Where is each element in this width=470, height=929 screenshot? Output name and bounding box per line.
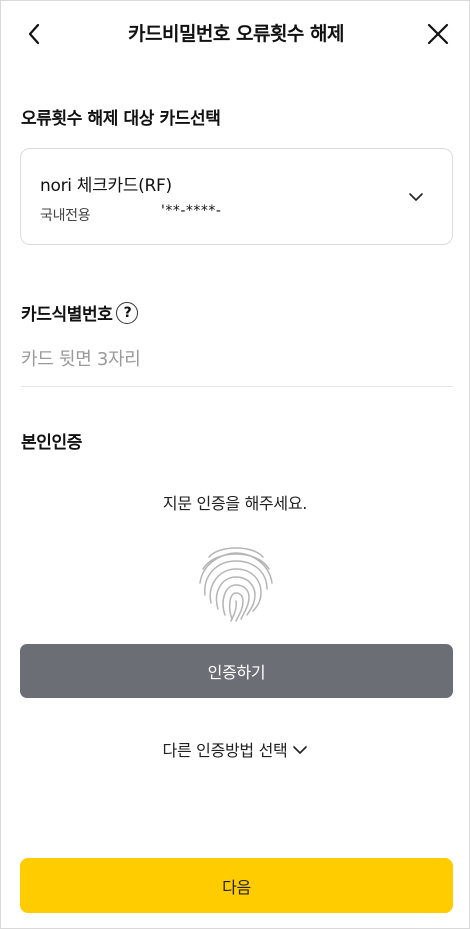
- header: 카드비밀번호 오류횟수 해제: [1, 1, 470, 67]
- app-screen: 카드비밀번호 오류횟수 해제 오류횟수 해제 대상 카드선택 nori 체크카드…: [0, 0, 470, 929]
- help-icon[interactable]: ?: [116, 302, 139, 324]
- next-button[interactable]: 다음: [20, 858, 453, 913]
- fingerprint-icon[interactable]: [195, 539, 277, 623]
- fingerprint-message: 지문 인증을 해주세요.: [162, 494, 308, 513]
- close-icon: [427, 23, 449, 45]
- chevron-down-icon: [409, 193, 423, 201]
- close-button[interactable]: [421, 17, 455, 51]
- card-id-label: 카드식별번호: [21, 305, 113, 325]
- other-auth-method-label: 다른 인증방법 선택: [162, 741, 288, 760]
- card-id-label-row: 카드식별번호?: [21, 300, 139, 326]
- chevron-down-icon: [293, 745, 308, 754]
- other-auth-method-button[interactable]: 다른 인증방법 선택: [1, 737, 469, 761]
- card-select-dropdown[interactable]: nori 체크카드(RF) 국내전용 '**-****-: [20, 148, 453, 245]
- authenticate-button[interactable]: 인증하기: [20, 644, 453, 698]
- card-number: '**-****-: [161, 203, 222, 219]
- auth-label: 본인인증: [21, 433, 82, 453]
- card-type: 국내전용: [40, 208, 91, 224]
- card-select-label: 오류횟수 해제 대상 카드선택: [21, 109, 221, 129]
- card-name: nori 체크카드(RF): [40, 176, 172, 196]
- page-title: 카드비밀번호 오류횟수 해제: [128, 23, 345, 45]
- card-id-input[interactable]: [21, 341, 453, 387]
